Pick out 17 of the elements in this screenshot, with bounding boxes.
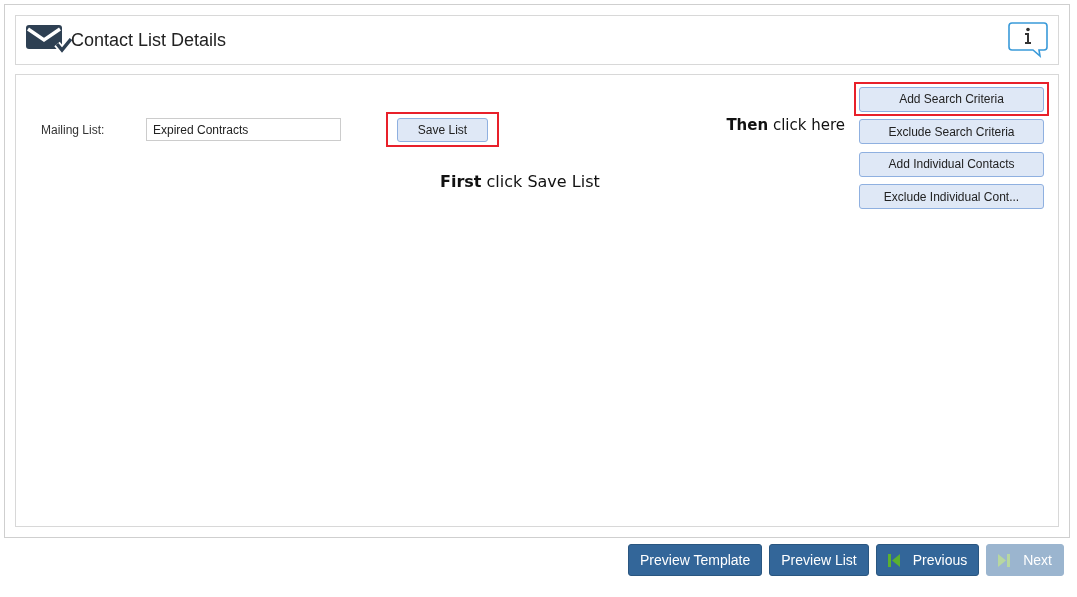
mailing-list-field[interactable]: Expired Contracts [146,118,341,141]
field-label: Mailing List: [41,121,106,139]
info-icon[interactable] [1008,22,1048,58]
instruction-text: Then click here [726,115,845,134]
criteria-button[interactable]: Exclude Individual Cont... [859,184,1044,209]
skip-back-icon [887,553,900,567]
envelope-check-icon [26,24,72,56]
criteria-button[interactable]: Add Search Criteria [859,86,1044,112]
criteria-button[interactable]: Add Individual Contacts [859,151,1044,177]
skip-forward-icon [998,553,1011,567]
footer-button[interactable]: Preview List [769,544,869,576]
instruction-text: First click Save List [440,171,601,193]
criteria-button[interactable]: Exclude Search Criteria [859,119,1044,144]
footer-button[interactable]: Preview Template [628,544,763,576]
page-title: Contact List Details [71,28,227,52]
footer-button[interactable]: Previous [875,544,980,576]
save-list-button[interactable]: Save List [397,118,488,142]
